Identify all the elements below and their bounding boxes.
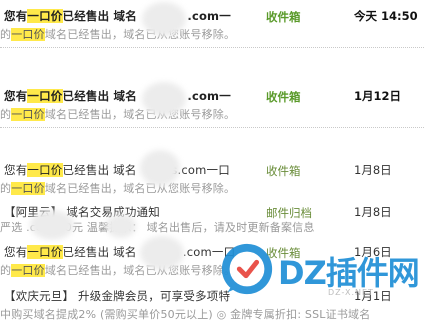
chat-bubble-logo-icon — [221, 243, 273, 295]
email-row[interactable]: 您有一口价已经售出 域名 .com一 收件箱 今天 14:50 的一口价域名已经… — [0, 6, 424, 46]
email-preview: 的一口价域名已经售出，域名已从您账号移除。 — [0, 108, 236, 121]
redaction-blur — [30, 210, 74, 240]
email-subject: 【欢庆元旦】 升级金牌会员，可享受多项特 — [4, 289, 231, 303]
email-subject: 【阿里云】 域名交易成功通知 — [4, 205, 160, 219]
redaction-blur — [140, 150, 180, 186]
row-divider — [0, 127, 424, 128]
email-row[interactable]: 您有一口价已经售出 域名 s.com一口 收件箱 1月8日 的一口价域名已经售出… — [0, 160, 424, 200]
email-folder: 收件箱 — [266, 10, 301, 24]
email-date: 1月8日 — [354, 205, 392, 219]
watermark-url: DZ-X.NET — [328, 288, 374, 297]
email-preview: 的一口价域名已经售出，域名已从您账号移除。 — [0, 28, 236, 41]
email-row[interactable]: 您有一口价已经售出 域名 .com一 收件箱 1月12日 的一口价域名已经售出，… — [0, 86, 424, 126]
redaction-blur — [140, 236, 184, 270]
email-preview: 的一口价域名已经售出，域名已从您账号移除。 — [0, 264, 236, 277]
redaction-blur — [106, 214, 136, 238]
email-date: 今天 14:50 — [354, 9, 418, 23]
site-watermark: DZ插件网 DZ-X.NET — [218, 232, 424, 312]
email-subject: 您有一口价已经售出 域名 .com一 — [4, 9, 231, 23]
redaction-blur — [142, 2, 186, 36]
redaction-blur — [142, 82, 186, 116]
email-subject: 您有一口价已经售出 域名 s.com一口 — [4, 163, 230, 177]
email-folder: 收件箱 — [266, 90, 301, 104]
email-subject: 您有一口价已经售出 域名 .com一口 — [4, 245, 236, 259]
email-date: 1月8日 — [354, 163, 392, 177]
row-divider — [0, 47, 424, 48]
email-date: 1月12日 — [354, 89, 402, 103]
email-subject: 您有一口价已经售出 域名 .com一 — [4, 89, 231, 103]
email-preview: 的一口价域名已经售出，域名已从您账号移除。 — [0, 182, 236, 195]
email-folder: 收件箱 — [266, 164, 301, 178]
